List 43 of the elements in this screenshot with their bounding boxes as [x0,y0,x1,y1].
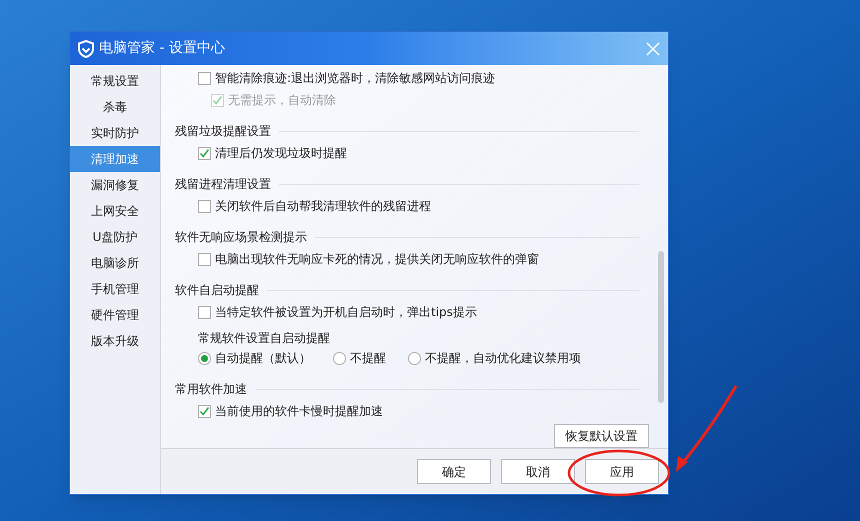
sidebar-item[interactable]: 手机管理 [70,276,160,302]
subheading: 常规软件设置自启动提醒 [197,330,331,347]
radio-button[interactable] [408,352,421,364]
checkbox-label: 清理后仍发现垃圾时提醒 [215,145,347,162]
checkbox-label: 当特定软件被设置为开机自启动时，弹出tips提示 [215,304,477,321]
sidebar-item[interactable]: 常规设置 [70,68,160,94]
radio-button[interactable] [333,352,346,364]
radio-label: 不提醒 [350,350,386,367]
checkbox[interactable] [198,404,211,418]
checkbox-label: 无需提示，自动清除 [228,92,336,109]
scrollbar-thumb[interactable] [658,251,664,403]
sidebar-item[interactable]: 杀毒 [70,94,160,120]
dialog-button[interactable]: 应用 [585,459,659,484]
sidebar-item[interactable]: 电脑诊所 [70,250,160,276]
radio-label: 不提醒，自动优化建议禁用项 [425,350,581,367]
sidebar-item[interactable]: 版本升级 [70,328,160,354]
sidebar-item[interactable]: 硬件管理 [70,302,160,328]
window-title: 电脑管家 - 设置中心 [99,39,225,58]
section-title: 常用软件加速 [175,381,247,398]
checkbox[interactable] [198,200,211,212]
checkbox-label: 关闭软件后自动帮我清理软件的残留进程 [215,198,431,215]
checkbox-label: 电脑出现软件无响应卡死的情况，提供关闭无响应软件的弹窗 [215,251,539,268]
sidebar-item[interactable]: 实时防护 [70,120,160,146]
checkbox-label: 当前使用的软件卡慢时提醒加速 [215,403,383,420]
section-title: 软件自启动提醒 [175,282,259,299]
sidebar-item[interactable]: 上网安全 [70,198,160,224]
radio-button[interactable] [198,352,211,364]
radio-label: 自动提醒（默认） [215,350,311,367]
dialog-button[interactable]: 取消 [501,459,575,484]
dialog-button[interactable]: 确定 [417,459,491,484]
sidebar-item[interactable]: U盘防护 [70,224,160,250]
section-title: 软件无响应场景检测提示 [175,229,307,246]
close-icon[interactable] [646,42,660,56]
checkbox[interactable] [198,72,211,84]
restore-defaults-button[interactable]: 恢复默认设置 [554,424,649,448]
shield-icon [78,40,94,58]
section-title: 残留进程清理设置 [175,176,271,193]
checkbox[interactable] [198,146,211,160]
checkbox[interactable] [198,306,211,318]
sidebar-item[interactable]: 漏洞修复 [70,172,160,198]
checkbox-label: 智能清除痕迹:退出浏览器时，清除敏感网站访问痕迹 [215,70,496,87]
section-title: 残留垃圾提醒设置 [175,123,271,140]
checkbox[interactable] [198,252,211,266]
